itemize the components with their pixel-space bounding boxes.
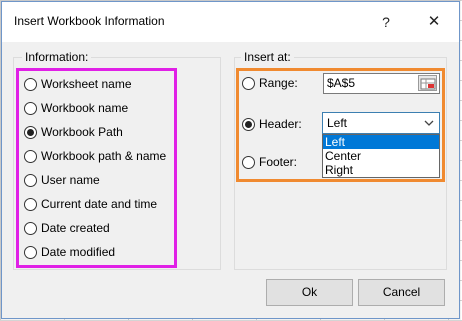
title-bar: Insert Workbook Information ? ✕ — [2, 2, 459, 42]
ok-button[interactable]: Ok — [266, 279, 353, 306]
insert-at-caption: Insert at: — [241, 50, 294, 64]
information-caption: Information: — [22, 50, 92, 64]
dialog-title: Insert Workbook Information — [14, 14, 165, 28]
information-highlight-box — [16, 68, 177, 268]
insert-at-highlight-box — [236, 68, 445, 182]
help-button[interactable]: ? — [376, 12, 396, 32]
cancel-button[interactable]: Cancel — [358, 279, 445, 306]
close-button[interactable]: ✕ — [424, 12, 444, 32]
